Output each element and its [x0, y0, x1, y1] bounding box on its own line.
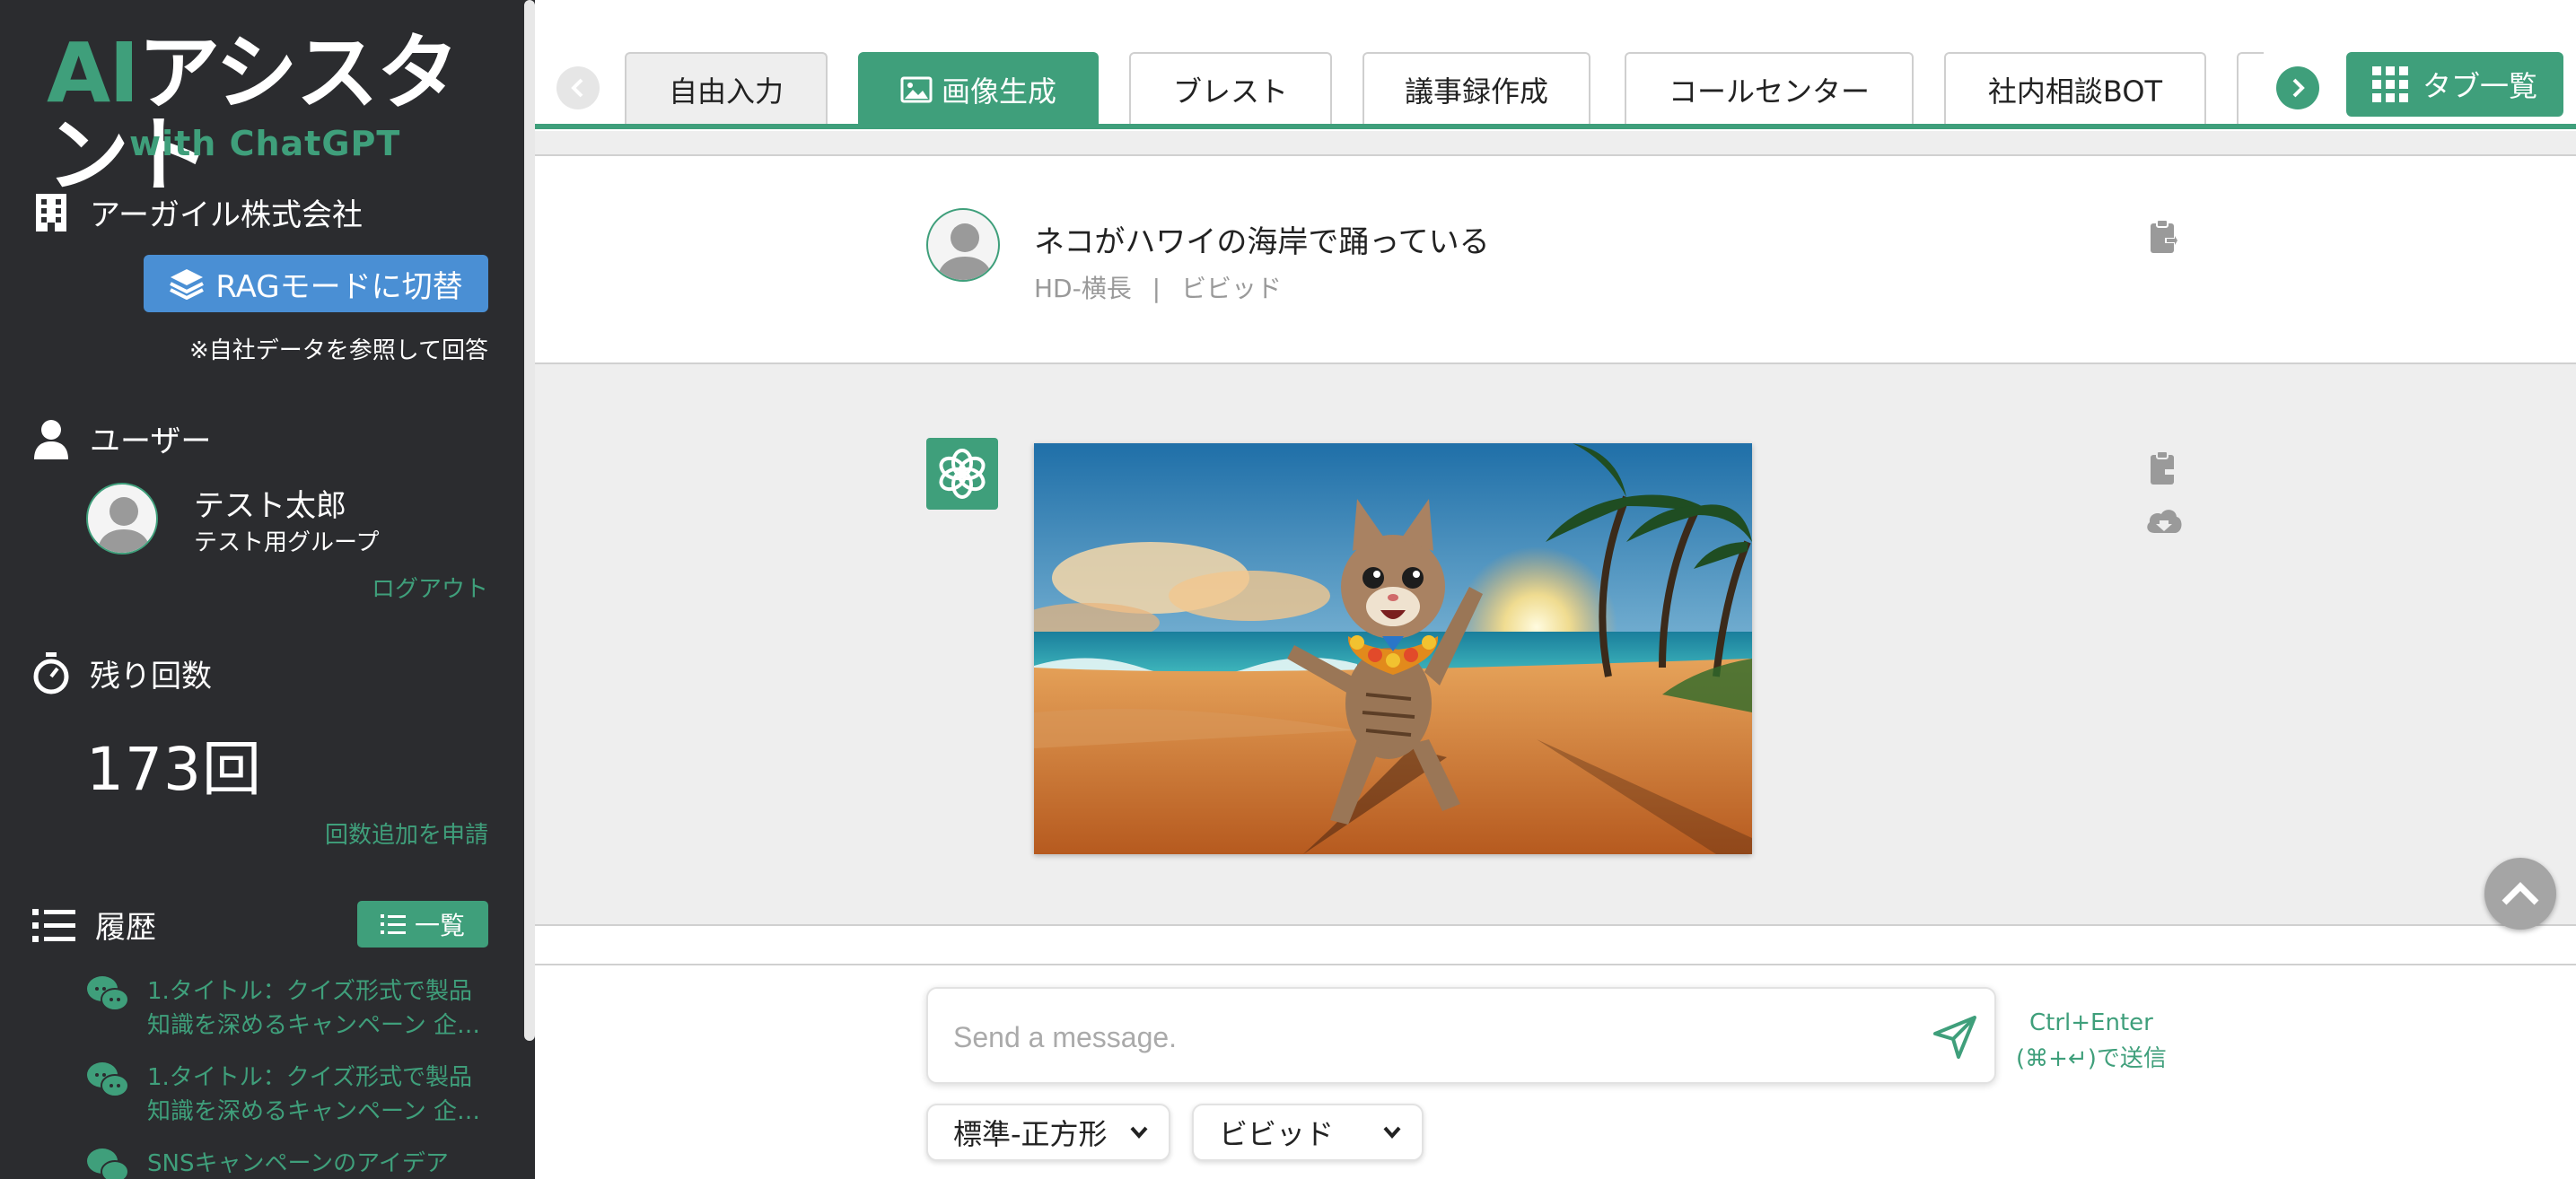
generated-image[interactable]: [1034, 443, 1752, 854]
stopwatch-icon: [33, 651, 69, 694]
logout-link[interactable]: ログアウト: [372, 571, 488, 604]
user-message: ネコがハワイの海岸で踊っている HD-横長 | ビビッド: [535, 156, 2576, 364]
chevron-down-icon: [1383, 1126, 1401, 1140]
openai-knot-icon: [939, 449, 986, 499]
cat-dancing-beach-image: [1034, 443, 1752, 854]
tab-prev-button[interactable]: [556, 66, 600, 109]
tab-minutes[interactable]: 議事録作成: [1362, 52, 1590, 126]
building-icon: [36, 193, 66, 231]
company-name: アーガイル株式会社: [90, 197, 363, 233]
conversation-top-strip: [535, 131, 2576, 156]
clipboard-copy-icon[interactable]: [2149, 219, 2179, 255]
assistant-message: [535, 364, 2576, 926]
app-logo: AIアシスタント: [47, 25, 460, 204]
grid-icon: [2371, 66, 2408, 102]
layers-icon: [170, 269, 205, 300]
tab-call-center[interactable]: コールセンター: [1625, 52, 1914, 126]
sidebar-scrollbar[interactable]: [524, 0, 535, 1041]
image-style-select[interactable]: ビビッド: [1192, 1104, 1424, 1161]
avatar: [926, 208, 1000, 282]
chat-bubbles-icon: [87, 976, 129, 1011]
tab-free-input[interactable]: 自由入力: [625, 52, 828, 126]
main-area: 自由入力 画像生成 ブレスト 議事録作成 コールセンター 社内相談BOT タブ一…: [535, 0, 2576, 1179]
app-logo-subtitle: with ChatGPT: [129, 124, 401, 163]
user-message-meta: HD-横長 | ビビッド: [1034, 274, 1282, 303]
user-name: テスト太郎: [194, 488, 346, 524]
send-icon[interactable]: [1932, 1014, 1978, 1061]
rag-mode-label: RAGモードに切替: [215, 268, 463, 305]
history-section-header: 履歴: [32, 903, 156, 947]
tab-overflow[interactable]: [2237, 52, 2264, 126]
list-icon: [32, 908, 75, 942]
avatar-silhouette-icon: [97, 497, 151, 553]
history-list-button[interactable]: 一覧: [357, 901, 488, 948]
chevron-left-icon: [571, 78, 583, 98]
user-message-text: ネコがハワイの海岸で踊っている: [1034, 224, 1490, 260]
company-row: アーガイル株式会社: [32, 190, 363, 234]
history-item[interactable]: 1.タイトル：クイズ形式で製品 知識を深めるキャンペーン 企…: [86, 1061, 535, 1129]
history-item[interactable]: SNSキャンペーンのアイデア: [86, 1147, 535, 1179]
history-list-label: 一覧: [414, 911, 465, 940]
message-input-box: [926, 987, 1996, 1084]
composer: Ctrl+Enter (⌘+↵)で送信 標準-正方形 ビビッド: [535, 964, 2576, 1179]
tab-bar: 自由入力 画像生成 ブレスト 議事録作成 コールセンター 社内相談BOT タブ一…: [535, 0, 2576, 131]
tab-brainstorm[interactable]: ブレスト: [1129, 52, 1332, 126]
rag-note: ※自社データを参照して回答: [188, 337, 488, 364]
tab-underline: [535, 124, 2576, 129]
tab-internal-bot[interactable]: 社内相談BOT: [1944, 52, 2206, 126]
sidebar: AIアシスタント with ChatGPT アーガイル株式会社 RAGモードに切…: [0, 0, 535, 1179]
message-input[interactable]: [953, 1012, 1905, 1062]
chatgpt-logo-icon: [926, 438, 998, 510]
remain-section-header: 残り回数: [32, 651, 212, 695]
chat-bubbles-icon: [87, 1148, 129, 1179]
history-item[interactable]: 1.タイトル：クイズ形式で製品 知識を深めるキャンペーン 企…: [86, 974, 535, 1043]
avatar-silhouette-icon: [937, 223, 993, 280]
user-section-title: ユーザー: [90, 424, 212, 459]
rag-mode-button[interactable]: RAGモードに切替: [144, 255, 488, 312]
user-section-header: ユーザー: [32, 416, 211, 460]
avatar: [86, 483, 158, 555]
image-icon: [900, 76, 933, 103]
tab-list-button[interactable]: タブ一覧: [2346, 52, 2563, 117]
add-count-link[interactable]: 回数追加を申請: [325, 817, 488, 850]
user-group: テスト用グループ: [194, 529, 380, 556]
chevron-up-icon: [2502, 882, 2539, 905]
list-icon: [380, 914, 406, 934]
history-section-title: 履歴: [95, 910, 156, 946]
chevron-right-icon: [2292, 78, 2305, 98]
tab-image-generation[interactable]: 画像生成: [858, 52, 1099, 126]
cloud-download-icon[interactable]: [2145, 506, 2183, 537]
image-size-select[interactable]: 標準-正方形: [926, 1104, 1170, 1161]
scroll-to-top-button[interactable]: [2484, 858, 2556, 930]
clipboard-copy-icon[interactable]: [2149, 450, 2179, 486]
tab-next-button[interactable]: [2276, 66, 2319, 109]
remain-section-title: 残り回数: [90, 659, 212, 694]
chevron-down-icon: [1130, 1126, 1148, 1140]
send-shortcut-hint: Ctrl+Enter (⌘+↵)で送信: [2016, 1009, 2167, 1072]
chat-bubbles-icon: [87, 1062, 129, 1097]
remain-count: 173回: [86, 735, 262, 804]
user-icon: [34, 419, 68, 459]
